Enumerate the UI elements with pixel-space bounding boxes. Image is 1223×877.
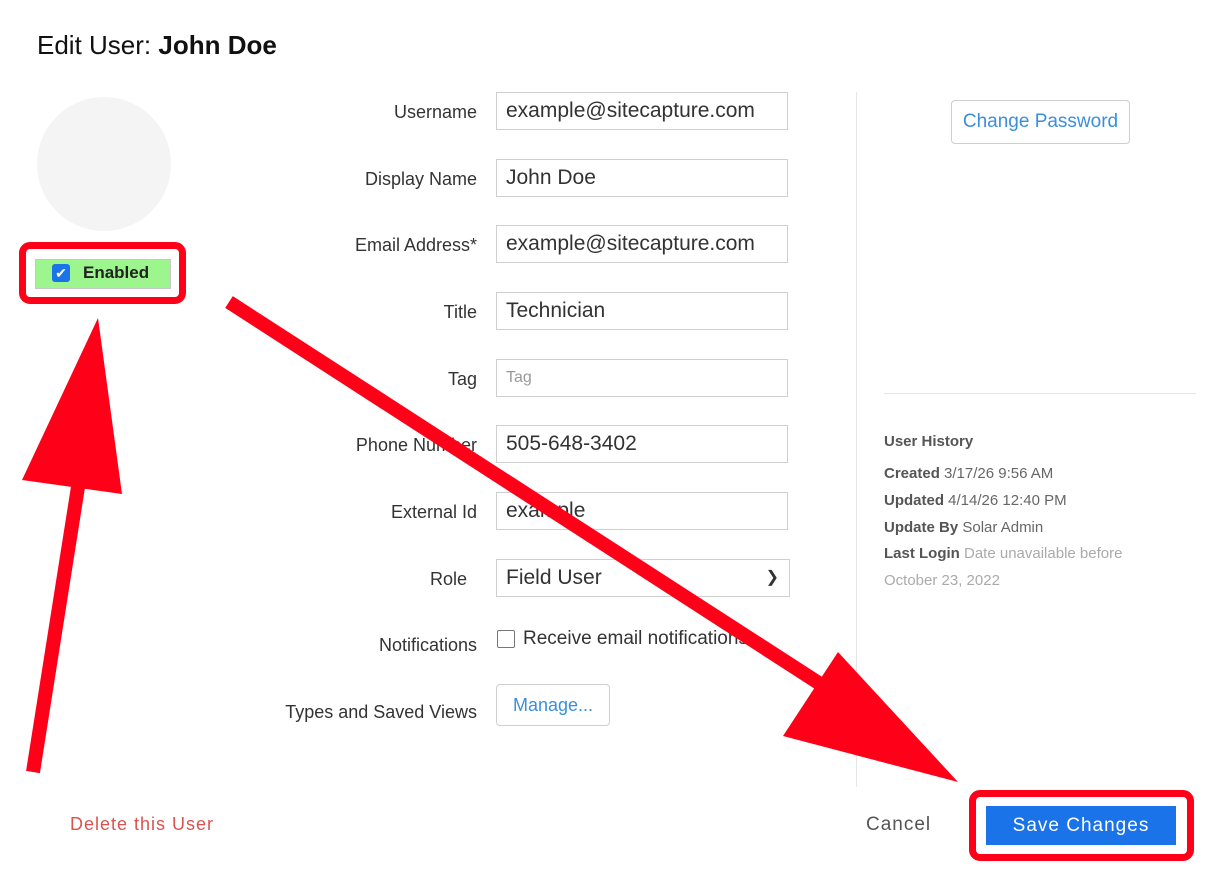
arrow-to-enabled-head bbox=[22, 318, 122, 494]
annotation-arrows bbox=[22, 296, 958, 782]
arrow-to-save-shaft bbox=[225, 296, 849, 706]
